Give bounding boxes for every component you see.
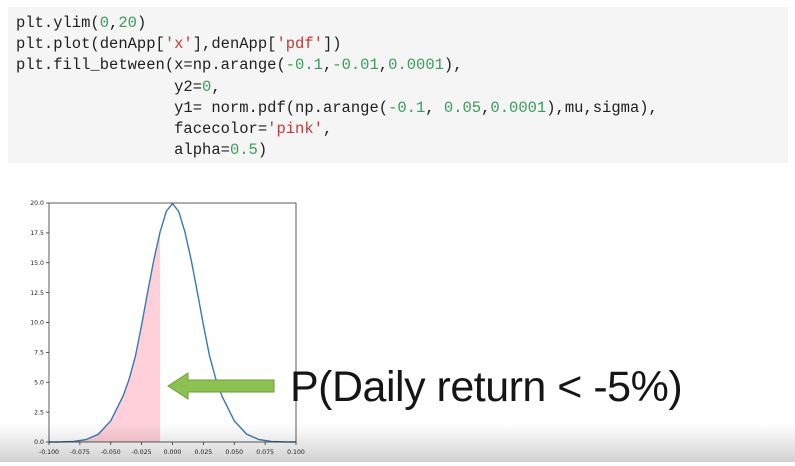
- code-token: y2=: [16, 77, 203, 96]
- y-tick-label: 5.0: [34, 379, 44, 386]
- code-token: -0.1: [285, 56, 323, 75]
- code-token: 'x': [164, 35, 193, 54]
- code-line: plt.fill_between(x=np.arange(-0.1,-0.01,…: [16, 55, 658, 76]
- x-tick-label: -0.050: [101, 449, 121, 456]
- y-tick-label: 15.0: [30, 260, 44, 267]
- code-token: 0.0001: [388, 56, 444, 75]
- x-tick-label: -0.025: [132, 449, 152, 456]
- code-token: plt.plot(denApp[: [16, 35, 165, 54]
- code-token: 'pdf': [276, 35, 323, 54]
- code-token: 20: [118, 14, 137, 32]
- y-tick-label: 2.5: [34, 409, 44, 416]
- code-token: 'pink': [267, 119, 323, 138]
- code-token: ,: [322, 119, 333, 138]
- x-tick-label: 0.000: [164, 449, 182, 456]
- x-tick-label: -0.100: [39, 449, 59, 456]
- x-tick-label: 0.025: [195, 449, 213, 456]
- code-token: ,: [211, 77, 221, 96]
- y-tick-label: 12.5: [30, 290, 44, 297]
- plot-background: [49, 203, 296, 442]
- code-token: ): [257, 141, 268, 160]
- chart: -0.100 -0.075 -0.050 -0.025 0.000 0.025 0.050 0…: [30, 200, 305, 456]
- code-token: alpha=: [16, 141, 230, 160]
- code-token: plt.fill_between(x=np.arange(: [16, 56, 286, 75]
- code-token: ),mu,sigma),: [546, 98, 658, 117]
- code-token: facecolor=: [16, 119, 268, 138]
- x-tick-label: 0.100: [287, 449, 305, 456]
- code-token: 0.5: [229, 141, 258, 160]
- code-line: plt.plot(denApp['x'],denApp['pdf']): [16, 34, 658, 55]
- code-token: -0.1: [388, 98, 426, 117]
- code-line: y2=0,: [16, 77, 658, 98]
- code-token: plt.ylim(: [16, 14, 100, 32]
- y-tick-label: 7.5: [34, 350, 44, 357]
- code-line: alpha=0.5): [16, 140, 658, 161]
- code-token: ,: [378, 56, 389, 75]
- code-token: ),: [443, 56, 463, 75]
- code-token: ,: [425, 98, 444, 117]
- code-token: 0.05: [443, 98, 482, 117]
- code-token: 0: [99, 14, 110, 32]
- code-cell[interactable]: plt.ylim(0,20) plt.plot(denApp['x'],denAp…: [8, 7, 788, 163]
- code-token: ]): [322, 35, 342, 54]
- code-token: -0.01: [332, 56, 379, 75]
- x-tick-label: -0.075: [70, 449, 90, 456]
- code-token: 0: [202, 77, 212, 96]
- y-tick-label: 10.0: [30, 320, 44, 327]
- arrow-left-icon: [167, 372, 275, 400]
- code-token: 0.0001: [490, 98, 547, 117]
- x-tick-label: 0.075: [256, 449, 274, 456]
- code-token: y1= norm.pdf(np.arange(: [16, 98, 389, 117]
- code-line: facecolor='pink',: [16, 119, 658, 140]
- y-tick-label: 0.0: [34, 439, 44, 446]
- annotation-text: P(Daily return < -5%): [290, 363, 683, 411]
- y-tick-label: 20.0: [30, 200, 44, 207]
- code-token: ,: [322, 56, 333, 75]
- code-line: plt.ylim(0,20): [16, 13, 658, 34]
- code-token: ,: [109, 14, 119, 32]
- code-token: ],denApp[: [192, 35, 277, 54]
- code-block[interactable]: plt.ylim(0,20) plt.plot(denApp['x'],denAp…: [16, 13, 658, 161]
- y-tick-label: 17.5: [30, 230, 44, 237]
- code-line: y1= norm.pdf(np.arange(-0.1, 0.05,0.0001…: [16, 98, 658, 119]
- code-token: ): [136, 14, 147, 32]
- x-tick-label: 0.050: [225, 449, 243, 456]
- plot-area: -0.100 -0.075 -0.050 -0.025 0.000 0.025 0.050 0…: [0, 190, 310, 462]
